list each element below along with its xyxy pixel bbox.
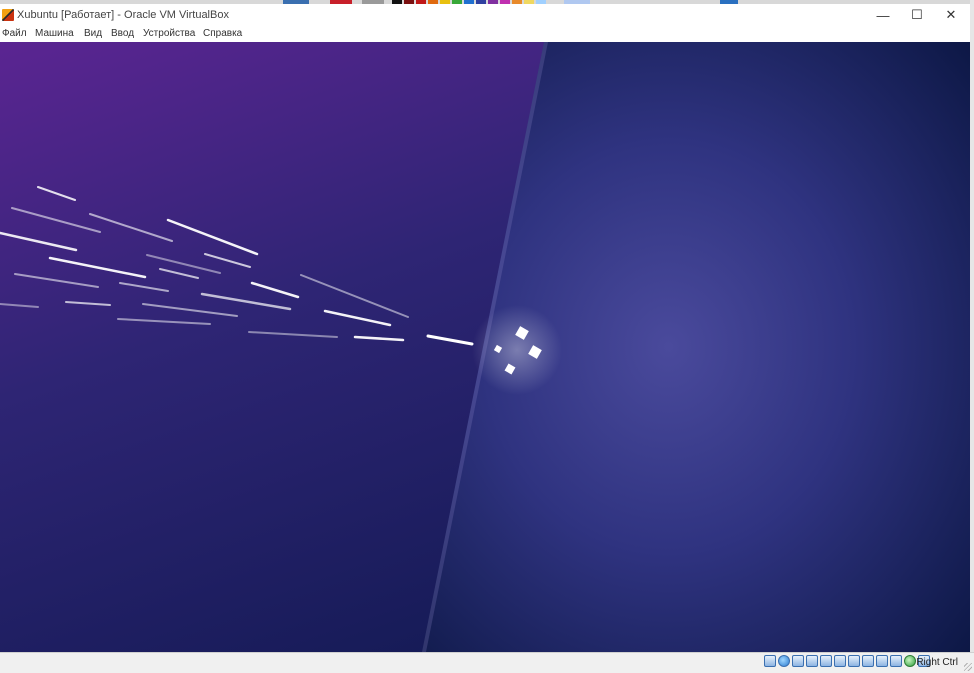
title-bar[interactable]: Xubuntu [Работает] - Oracle VM VirtualBo… bbox=[0, 4, 970, 26]
xubuntu-boot-splash bbox=[0, 42, 970, 652]
display-icon[interactable] bbox=[848, 655, 860, 667]
resize-grip[interactable] bbox=[964, 663, 972, 671]
virtualbox-app-icon bbox=[2, 9, 14, 21]
mouse-integration-icon[interactable] bbox=[890, 655, 902, 667]
window-right-border bbox=[970, 0, 974, 672]
usb-icon[interactable] bbox=[820, 655, 832, 667]
network-icon[interactable] bbox=[806, 655, 818, 667]
close-button[interactable]: ✕ bbox=[934, 4, 968, 26]
menu-file[interactable]: Файл bbox=[2, 28, 27, 39]
host-key-label: Right Ctrl bbox=[916, 657, 958, 668]
menu-view[interactable]: Вид bbox=[84, 28, 102, 39]
audio-icon[interactable] bbox=[792, 655, 804, 667]
maximize-button[interactable]: ☐ bbox=[900, 4, 934, 26]
minimize-button[interactable]: — bbox=[866, 4, 900, 26]
menu-machine[interactable]: Машина bbox=[35, 28, 74, 39]
menu-devices[interactable]: Устройства bbox=[143, 28, 195, 39]
status-bar: Right Ctrl bbox=[0, 652, 974, 673]
window-title: Xubuntu [Работает] - Oracle VM VirtualBo… bbox=[17, 9, 229, 21]
menu-input[interactable]: Ввод bbox=[111, 28, 134, 39]
settings-icon[interactable] bbox=[904, 655, 916, 667]
cpu-icon[interactable] bbox=[876, 655, 888, 667]
vm-display[interactable] bbox=[0, 42, 970, 652]
menu-help[interactable]: Справка bbox=[203, 28, 242, 39]
menu-bar: Файл Машина Вид Ввод Устройства Справка bbox=[0, 26, 970, 42]
video-capture-icon[interactable] bbox=[862, 655, 874, 667]
hard-disk-icon[interactable] bbox=[764, 655, 776, 667]
shared-folders-icon[interactable] bbox=[834, 655, 846, 667]
optical-disk-icon[interactable] bbox=[778, 655, 790, 667]
